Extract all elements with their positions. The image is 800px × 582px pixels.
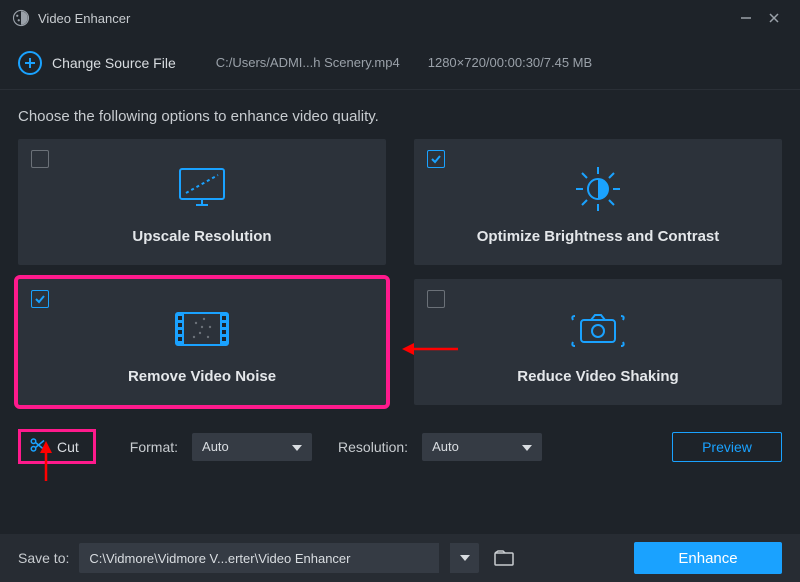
film-noise-icon (172, 300, 232, 358)
preview-label: Preview (702, 439, 752, 455)
monitor-icon (174, 160, 230, 218)
instruction-text: Choose the following options to enhance … (0, 90, 800, 139)
checkbox-noise[interactable] (31, 290, 49, 308)
cut-button[interactable]: Cut (18, 429, 96, 464)
save-path-value: C:\Vidmore\Vidmore V...erter\Video Enhan… (89, 551, 350, 566)
card-label: Remove Video Noise (128, 368, 276, 385)
checkbox-shaking[interactable] (427, 290, 445, 308)
card-label: Upscale Resolution (132, 228, 271, 245)
caret-down-icon (522, 439, 532, 454)
resolution-value: Auto (432, 439, 459, 454)
format-select[interactable]: Auto (192, 433, 312, 461)
brightness-icon (570, 160, 626, 218)
window-title: Video Enhancer (38, 11, 130, 26)
source-path: C:/Users/ADMI...h Scenery.mp4 (216, 55, 400, 70)
format-value: Auto (202, 439, 229, 454)
save-path-field[interactable]: C:\Vidmore\Vidmore V...erter\Video Enhan… (79, 543, 439, 573)
format-label: Format: (130, 439, 178, 455)
card-label: Reduce Video Shaking (517, 368, 678, 385)
plus-icon (18, 51, 42, 75)
camera-shake-icon (565, 300, 631, 358)
resolution-select[interactable]: Auto (422, 433, 542, 461)
source-meta: 1280×720/00:00:30/7.45 MB (428, 55, 592, 70)
minimize-button[interactable] (732, 4, 760, 32)
caret-down-icon (292, 439, 302, 454)
app-icon (12, 9, 30, 27)
save-path-dropdown[interactable] (449, 543, 479, 573)
checkbox-brightness[interactable] (427, 150, 445, 168)
change-source-label: Change Source File (52, 55, 176, 71)
close-button[interactable] (760, 4, 788, 32)
card-remove-noise[interactable]: Remove Video Noise (18, 279, 386, 405)
open-folder-button[interactable] (489, 543, 519, 573)
card-reduce-shaking[interactable]: Reduce Video Shaking (414, 279, 782, 405)
save-to-label: Save to: (18, 550, 69, 566)
resolution-label: Resolution: (338, 439, 408, 455)
card-upscale-resolution[interactable]: Upscale Resolution (18, 139, 386, 265)
enhance-button[interactable]: Enhance (634, 542, 782, 574)
scissors-icon (29, 436, 47, 457)
card-label: Optimize Brightness and Contrast (477, 228, 720, 245)
cut-label: Cut (57, 439, 79, 455)
enhance-label: Enhance (678, 550, 737, 567)
change-source-button[interactable]: Change Source File (18, 51, 176, 75)
card-optimize-brightness[interactable]: Optimize Brightness and Contrast (414, 139, 782, 265)
preview-button[interactable]: Preview (672, 432, 782, 462)
checkbox-upscale[interactable] (31, 150, 49, 168)
